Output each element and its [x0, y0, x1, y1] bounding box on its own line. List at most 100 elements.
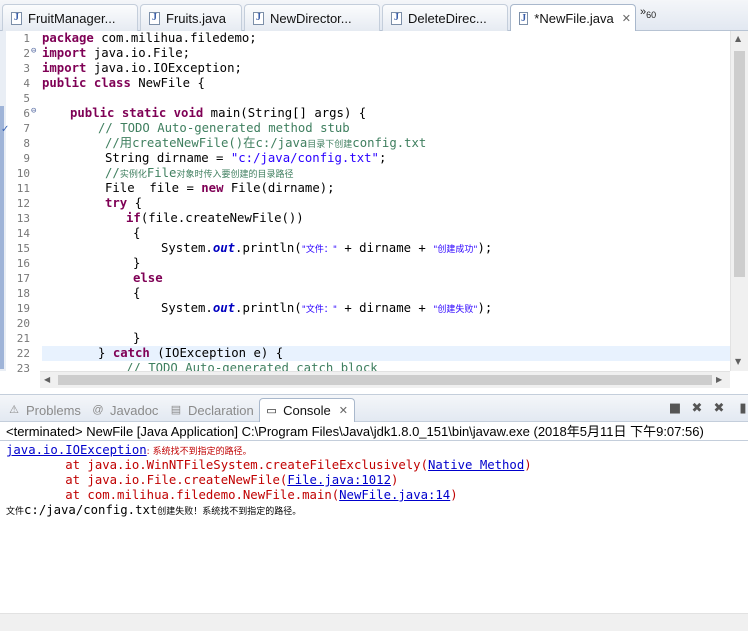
tab-label: FruitManager...: [28, 10, 116, 26]
code-line: import java.io.IOException;: [42, 61, 242, 75]
line-number: 11: [16, 182, 30, 195]
editor-vertical-scrollbar[interactable]: ▲ ▼: [730, 31, 748, 371]
code-line: String dirname = "c:/java/config.txt";: [105, 151, 387, 165]
java-file-icon: J: [253, 11, 264, 25]
terminate-icon[interactable]: ■: [668, 402, 682, 416]
view-tab-bar: ⚠ Problems @ Javadoc ▤ Declaration ▭ Con…: [0, 394, 748, 422]
code-line: {: [133, 286, 141, 300]
tab-label: Console: [283, 403, 331, 418]
scroll-right-icon[interactable]: ▶: [716, 375, 722, 384]
exception-link[interactable]: java.io.IOException: [6, 443, 147, 457]
code-line: if(file.createNewFile()): [126, 211, 304, 225]
java-file-icon: J: [391, 11, 402, 25]
line-number: 2: [23, 47, 30, 60]
line-number: 1: [23, 32, 30, 45]
scroll-up-icon[interactable]: ▲: [735, 34, 741, 43]
tab-javadoc[interactable]: @ Javadoc: [86, 398, 164, 422]
code-line: System.out.println("文件：" + dirname + "创建…: [161, 241, 493, 255]
tab-newdirectory[interactable]: J NewDirector...: [244, 4, 380, 31]
code-line: }: [133, 331, 141, 345]
scrollbar-thumb[interactable]: [734, 51, 745, 277]
tab-problems[interactable]: ⚠ Problems: [2, 398, 87, 422]
tab-label: Declaration: [188, 402, 254, 418]
console-output[interactable]: java.io.IOException: 系统找不到指定的路径。 at java…: [0, 441, 748, 613]
line-number: 7: [23, 122, 30, 135]
java-editor[interactable]: ✓ 1 2 ⊖ 3 4 5 6 ⊖ 7 8 9 10 11 12 13 14 1…: [0, 31, 748, 388]
tab-fruits-java[interactable]: J Fruits.java: [140, 4, 242, 31]
java-file-icon: J: [11, 11, 22, 25]
tab-overflow-button[interactable]: »60: [640, 6, 656, 20]
code-line: public static void main(String[] args) {: [70, 106, 367, 120]
java-file-icon: J: [519, 12, 529, 25]
editor-horizontal-scrollbar[interactable]: ◀ ▶: [40, 371, 730, 388]
fold-collapse-icon[interactable]: ⊖: [31, 46, 36, 56]
code-line: try {: [105, 196, 143, 210]
toolbar-more-icon[interactable]: ▮: [736, 402, 748, 416]
tab-declaration[interactable]: ▤ Declaration: [164, 398, 260, 422]
tab-label: Fruits.java: [166, 10, 226, 26]
line-number: 22: [16, 347, 30, 360]
console-line: at com.milihua.filedemo.NewFile.main(New…: [6, 488, 458, 502]
code-line: {: [133, 226, 141, 240]
tab-label: *NewFile.java: [534, 11, 614, 26]
current-line-highlight: } catch (IOException e) {: [42, 346, 730, 361]
tab-console[interactable]: ▭ Console ✕: [259, 398, 355, 422]
close-icon[interactable]: ✕: [339, 404, 348, 417]
overflow-count: 60: [646, 10, 657, 21]
code-line: //用createNewFile()在c:/java目录下创建config.tx…: [105, 136, 427, 150]
line-number: 8: [23, 137, 30, 150]
editor-tab-bar: J FruitManager... J Fruits.java J NewDir…: [0, 0, 748, 32]
console-horizontal-scrollbar[interactable]: [0, 613, 748, 631]
tab-label: Problems: [26, 402, 81, 418]
scroll-down-icon[interactable]: ▼: [735, 357, 741, 366]
console-line: java.io.IOException: 系统找不到指定的路径。: [6, 443, 252, 457]
stack-link[interactable]: NewFile.java:14: [339, 488, 450, 502]
remove-all-icon[interactable]: ✖: [712, 402, 726, 416]
code-line: // TODO Auto-generated catch block: [126, 361, 378, 371]
close-icon[interactable]: ✕: [622, 12, 631, 25]
code-line: // TODO Auto-generated method stub: [98, 121, 350, 135]
tab-deletedirectory[interactable]: J DeleteDirec...: [382, 4, 508, 31]
line-number: 23: [16, 362, 30, 375]
stack-link[interactable]: File.java:1012: [287, 473, 391, 487]
line-number: 17: [16, 272, 30, 285]
line-number: 14: [16, 227, 30, 240]
line-number: 3: [23, 62, 30, 75]
scrollbar-thumb[interactable]: [58, 375, 712, 385]
code-line: //实例化File对象时传入要创建的目录路径: [105, 166, 294, 180]
tab-fruitmanager[interactable]: J FruitManager...: [2, 4, 138, 31]
code-line: import java.io.File;: [42, 46, 191, 60]
code-area[interactable]: package com.milihua.filedemo; import jav…: [42, 31, 730, 371]
tab-newfile-java[interactable]: J *NewFile.java ✕: [510, 4, 636, 32]
fold-collapse-icon[interactable]: ⊖: [31, 106, 36, 116]
line-number: 20: [16, 317, 30, 330]
tab-label: NewDirector...: [270, 10, 352, 26]
code-line: File file = new File(dirname);: [105, 181, 335, 195]
line-number: 6: [23, 107, 30, 120]
line-number: 9: [23, 152, 30, 165]
problems-icon: ⚠: [9, 404, 19, 416]
line-number: 16: [16, 257, 30, 270]
tab-label: DeleteDirec...: [408, 10, 487, 26]
java-file-icon: J: [149, 11, 160, 25]
line-number: 21: [16, 332, 30, 345]
console-line: at java.io.File.createNewFile(File.java:…: [6, 473, 399, 487]
line-number: 18: [16, 287, 30, 300]
console-process-label: <terminated> NewFile [Java Application] …: [0, 422, 748, 441]
line-number: 13: [16, 212, 30, 225]
change-marker: [0, 106, 4, 369]
remove-launch-icon[interactable]: ✖: [690, 402, 704, 416]
line-number: 4: [23, 77, 30, 90]
code-line: }: [133, 256, 141, 270]
line-number-gutter: 1 2 ⊖ 3 4 5 6 ⊖ 7 8 9 10 11 12 13 14 15 …: [6, 31, 40, 375]
console-line: at java.io.WinNTFileSystem.createFileExc…: [6, 458, 532, 472]
declaration-icon: ▤: [170, 404, 182, 416]
code-line: package com.milihua.filedemo;: [42, 31, 257, 45]
stack-link[interactable]: Native Method: [428, 458, 524, 472]
line-number: 19: [16, 302, 30, 315]
code-line: else: [133, 271, 163, 285]
console-icon: ▭: [266, 404, 277, 417]
line-number: 10: [16, 167, 30, 180]
line-number: 5: [23, 92, 30, 105]
scroll-left-icon[interactable]: ◀: [44, 375, 50, 384]
